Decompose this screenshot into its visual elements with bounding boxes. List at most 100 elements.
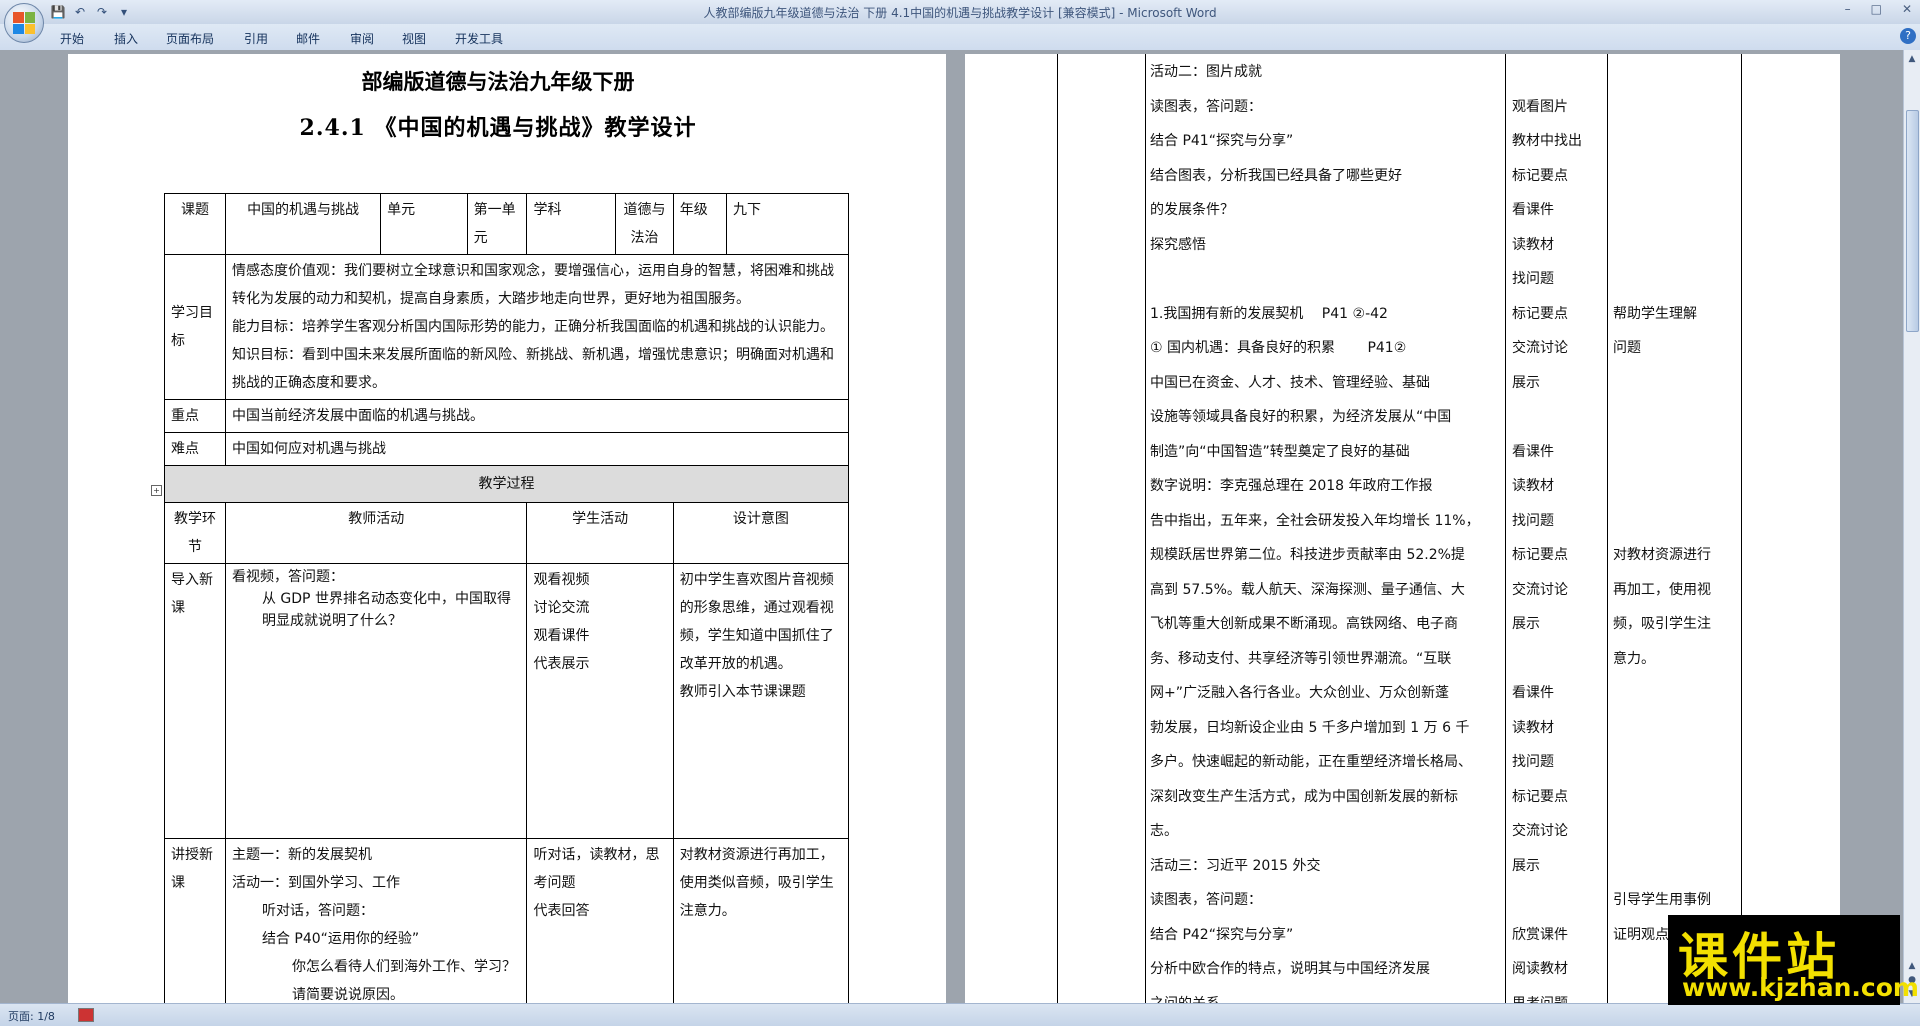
table-move-handle-icon[interactable]: +	[151, 485, 162, 496]
student-line: 观看视频	[533, 572, 590, 588]
cell-goals: 情感态度价值观：我们要树立全球意识和国家观念，要增强信心，运用自身的智慧，将困难…	[224, 254, 850, 400]
office-logo-icon	[13, 12, 35, 34]
title-bar: 💾 ↶ ↷ ▾ 人教部编版九年级道德与法治 下册 4.1中国的机遇与挑战教学设计…	[0, 0, 1920, 24]
teacher-line: 探究感悟	[1150, 236, 1206, 253]
close-button[interactable]: ✕	[1902, 2, 1912, 16]
student-line: 听对话，读教材，思考问题	[533, 847, 660, 891]
table-border	[1741, 54, 1742, 1003]
teacher-line: 读图表，答问题：	[1150, 98, 1262, 115]
prev-page-icon[interactable]: ▲	[1905, 959, 1919, 973]
tab-developer[interactable]: 开发工具	[455, 30, 503, 47]
teacher-line: 规模跃居世界第二位。科技进步贡献率由 52.2%提	[1150, 547, 1465, 563]
teacher-line: 看视频，答问题：	[231, 569, 344, 585]
scrollbar-thumb[interactable]	[1906, 110, 1919, 332]
cell-unit-value: 第一单元	[466, 193, 528, 255]
cell-difficulty: 中国如何应对机遇与挑战	[224, 432, 850, 466]
intent-line: 引导学生用事例	[1613, 892, 1711, 908]
header-stage: 教学环节	[164, 502, 226, 564]
cell-subject-value: 中国的机遇与挑战	[224, 193, 382, 255]
teacher-line: 分析中欧合作的特点，说明其与中国经济发展	[1150, 961, 1430, 977]
student-line: 看课件	[1512, 443, 1554, 460]
proofing-icon[interactable]	[78, 1008, 94, 1022]
cell-intent: 对教材资源进行再加工，使用类似音频，吸引学生注意力。	[672, 838, 850, 1003]
document-heading-1: 部编版道德与法治九年级下册	[361, 69, 635, 94]
tab-home[interactable]: 开始	[60, 30, 84, 47]
teacher-line: 告中指出，五年来，全社会研发投入年均增长 11%，	[1150, 512, 1480, 529]
teacher-line: 飞机等重大创新成果不断涌现。高铁网络、电子商	[1150, 616, 1458, 632]
cell-discipline-label: 学科	[526, 193, 617, 255]
lesson-plan-table: 课题 中国的机遇与挑战 单元 第一单元 学科 道德与法治 年级 九下 学习目标 …	[164, 193, 850, 1003]
intent-line: 对教材资源进行	[1613, 547, 1711, 563]
teacher-line: 深刻改变生产生活方式，成为中国创新发展的新标	[1150, 788, 1458, 805]
document-page-2[interactable]: 活动二：图片成就 读图表，答问题： 观看图片 结合 P41“探究与分享” 教材中找出 结合…	[965, 54, 1840, 1003]
scroll-up-icon[interactable]: ▲	[1905, 52, 1919, 66]
intent-line: 频，吸引学生注	[1613, 616, 1711, 632]
maximize-button[interactable]: □	[1871, 2, 1882, 16]
window-controls: – □ ✕	[1845, 2, 1912, 16]
help-icon[interactable]: ?	[1900, 28, 1916, 44]
document-page-1[interactable]: 部编版道德与法治九年级下册 2.4.1 《中国的机遇与挑战》教学设计 课题 中国…	[68, 54, 946, 1003]
student-line: 读教材	[1512, 236, 1554, 253]
cell-key-label: 重点	[164, 399, 226, 433]
student-line: 找问题	[1512, 271, 1554, 287]
tab-insert[interactable]: 插入	[114, 30, 138, 47]
student-line: 标记要点	[1512, 305, 1568, 322]
intent-line: 问题	[1613, 340, 1641, 356]
teacher-line: 勃发展，日均新设企业由 5 千多户增加到 1 万 6 千	[1150, 719, 1470, 736]
teacher-line: 听对话，答问题：	[261, 903, 374, 919]
goal-affective: 情感态度价值观：我们要树立全球意识和国家观念，要增强信心，运用自身的智慧，将困难…	[231, 263, 834, 307]
student-line: 找问题	[1512, 754, 1554, 770]
teacher-line: 主题一：新的发展契机	[231, 847, 372, 863]
intent-line: 再加工，使用视	[1613, 581, 1711, 598]
intent-line: 教师引入本节课课题	[679, 684, 806, 700]
table-border	[1505, 54, 1506, 1003]
table-row: 教学环节 教师活动 学生活动 设计意图	[164, 502, 850, 564]
teacher-line: 读图表，答问题：	[1150, 892, 1262, 908]
table-border	[1057, 54, 1058, 1003]
tab-page-layout[interactable]: 页面布局	[166, 30, 214, 47]
student-line: 读教材	[1512, 719, 1554, 736]
student-line: 展示	[1512, 374, 1540, 391]
intent-line: 意力。	[1613, 650, 1655, 667]
document-workspace[interactable]: 部编版道德与法治九年级下册 2.4.1 《中国的机遇与挑战》教学设计 课题 中国…	[0, 50, 1904, 1003]
tab-mailings[interactable]: 邮件	[296, 30, 320, 47]
teacher-line: 活动二：图片成就	[1150, 64, 1262, 80]
student-line: 交流讨论	[1512, 340, 1568, 356]
cell-unit-label: 单元	[380, 193, 468, 255]
teacher-line: 1.我国拥有新的发展契机 P41 ②-42	[1150, 305, 1388, 322]
cell-key: 中国当前经济发展中面临的机遇与挑战。	[224, 399, 850, 433]
page-count[interactable]: 页面: 1/8	[8, 1008, 55, 1024]
tab-review[interactable]: 审阅	[350, 30, 374, 47]
teacher-line: 务、移动支付、共享经济等引领世界潮流。“互联	[1150, 650, 1452, 667]
teacher-line: 你怎么看待人们到海外工作、学习？请简要说说原因。	[291, 959, 516, 1003]
student-line: 讨论交流	[533, 600, 590, 616]
teacher-line: 志。	[1150, 823, 1178, 839]
watermark-url: www.kjzhan.com	[1682, 973, 1919, 1002]
intent-line: 帮助学生理解	[1613, 305, 1697, 322]
student-line: 找问题	[1512, 512, 1554, 529]
student-line: 观看图片	[1512, 98, 1568, 115]
teacher-line: 多户。快速崛起的新动能，正在重塑经济增长格局、	[1150, 754, 1472, 770]
tab-references[interactable]: 引用	[244, 30, 268, 47]
table-row: 讲授新课 主题一：新的发展契机 活动一：到国外学习、工作 听对话，答问题： 结合…	[164, 838, 850, 1003]
cell-student: 听对话，读教材，思考问题 代表回答	[526, 838, 674, 1003]
ribbon-tab-bar: 开始 插入 页面布局 引用 邮件 审阅 视图 开发工具 ?	[0, 24, 1920, 51]
teacher-line: 结合 P42“探究与分享”	[1150, 926, 1294, 943]
window-title: 人教部编版九年级道德与法治 下册 4.1中国的机遇与挑战教学设计 [兼容模式] …	[703, 6, 1217, 20]
site-watermark: 课件站 www.kjzhan.com	[1668, 915, 1919, 1005]
student-line: 教材中找出	[1512, 133, 1582, 149]
vertical-scrollbar[interactable]: ▲ ▲ ● ▼	[1903, 50, 1920, 1003]
teacher-line: 活动一：到国外学习、工作	[231, 875, 400, 891]
office-button[interactable]	[4, 3, 44, 43]
teacher-line: 的发展条件？	[1150, 202, 1234, 218]
student-line: 交流讨论	[1512, 823, 1568, 839]
tab-view[interactable]: 视图	[402, 30, 426, 47]
intent-line: 初中学生喜欢图片音视频的形象思维，通过观看视频，学生知道中国抓住了改革开放的机遇…	[679, 572, 834, 672]
goal-knowledge: 知识目标：看到中国未来发展所面临的新风险、新挑战、新机遇，增强忧患意识；明确面对…	[231, 347, 834, 391]
minimize-button[interactable]: –	[1845, 2, 1851, 16]
student-line: 交流讨论	[1512, 581, 1568, 598]
student-line: 读教材	[1512, 478, 1554, 494]
teacher-line: 网+”广泛融入各行各业。大众创业、万众创新蓬	[1150, 685, 1449, 701]
header-teacher: 教师活动	[224, 502, 528, 564]
student-line: 观看课件	[533, 628, 590, 644]
